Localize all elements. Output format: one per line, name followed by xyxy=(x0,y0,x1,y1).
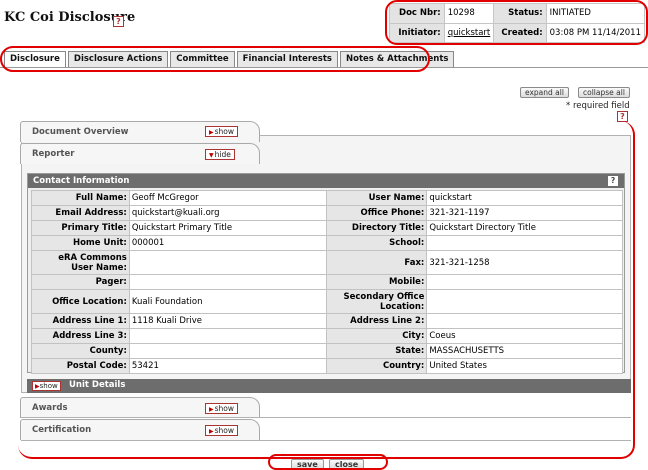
collapse-all-button[interactable]: collapse all xyxy=(578,87,630,98)
required-field-note: * required field xyxy=(566,101,630,111)
tabs-highlight xyxy=(0,46,430,72)
help-icon[interactable]: ? xyxy=(113,16,124,27)
doc-header-highlight xyxy=(385,0,648,45)
panel-highlight xyxy=(18,121,635,459)
expand-all-button[interactable]: expand all xyxy=(520,87,569,98)
footer-highlight xyxy=(268,454,388,470)
